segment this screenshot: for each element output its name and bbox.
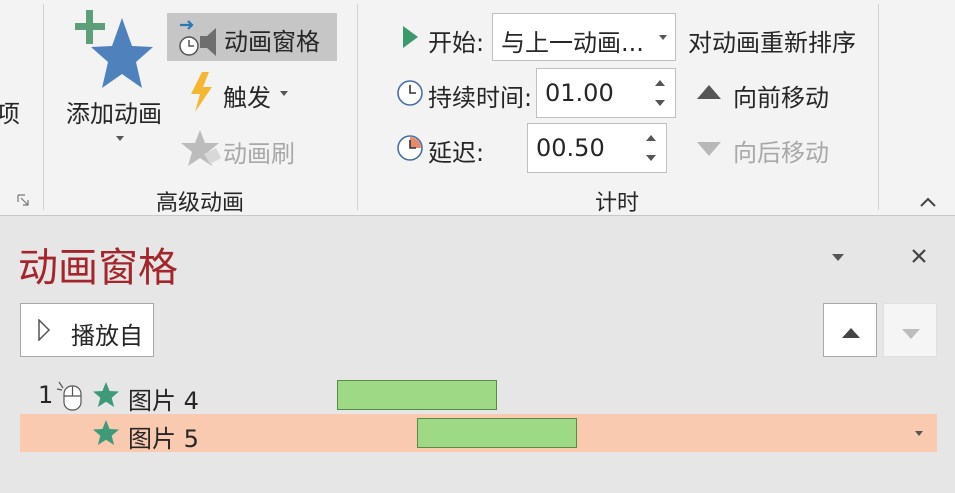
item-number: 1	[38, 381, 54, 409]
animation-pane-button[interactable]: 动画窗格	[167, 13, 337, 61]
delay-spinner[interactable]	[527, 123, 667, 173]
play-icon	[401, 25, 419, 53]
collapse-ribbon-icon[interactable]	[919, 193, 937, 212]
timeline-bar[interactable]	[337, 380, 497, 410]
duration-input[interactable]	[537, 69, 647, 117]
star-icon	[92, 419, 120, 451]
chevron-down-icon	[280, 91, 288, 96]
move-up-button[interactable]	[823, 303, 877, 357]
timing-group-label: 计时	[594, 191, 639, 216]
start-dropdown[interactable]: 与上一动画...	[492, 13, 676, 61]
chevron-down-icon	[116, 136, 124, 141]
play-icon	[37, 318, 51, 345]
duration-spinner[interactable]	[536, 68, 676, 118]
move-earlier-button[interactable]: 向前移动	[733, 78, 829, 113]
animation-pane: 动画窗格 播放自 1 图片 4 图片 5	[0, 217, 955, 493]
animation-list-item[interactable]: 1 图片 4	[20, 376, 937, 416]
arrow-down-icon	[901, 325, 921, 344]
ribbon: 项 添加动画 动画窗格 触发 动画刷 高级动画 开始: 与上一动画... 对动画…	[0, 0, 955, 216]
decrement-icon[interactable]	[651, 93, 669, 113]
item-options-chevron-icon[interactable]	[915, 431, 923, 436]
close-icon[interactable]	[910, 247, 928, 269]
arrow-up-icon	[841, 324, 861, 343]
item-name: 图片 5	[128, 425, 199, 453]
increment-icon[interactable]	[642, 128, 660, 148]
start-dropdown-value: 与上一动画...	[501, 29, 644, 57]
group-separator	[878, 4, 879, 210]
effect-options-label-partial[interactable]: 项	[0, 94, 20, 129]
reorder-animation-label: 对动画重新排序	[688, 29, 856, 57]
start-label: 开始:	[428, 29, 485, 57]
trigger-label: 触发	[223, 84, 271, 112]
star-icon	[92, 381, 120, 413]
play-from-label: 播放自	[71, 322, 143, 350]
delay-clock-icon	[396, 134, 424, 166]
trigger-button[interactable]: 触发	[180, 70, 300, 116]
add-animation-icon	[75, 8, 155, 94]
add-animation-label: 添加动画	[66, 100, 162, 128]
add-animation-button[interactable]: 添加动画	[60, 8, 170, 148]
animation-painter-icon	[180, 128, 222, 172]
dialog-launcher-icon[interactable]	[16, 192, 30, 206]
group-separator	[357, 4, 358, 210]
move-later-icon	[696, 141, 722, 161]
move-earlier-icon	[696, 84, 722, 104]
group-separator	[43, 4, 44, 210]
animation-painter-label: 动画刷	[223, 140, 295, 168]
clock-icon	[396, 79, 424, 111]
mouse-click-icon	[56, 380, 84, 416]
increment-icon[interactable]	[651, 73, 669, 93]
delay-input[interactable]	[528, 124, 638, 172]
duration-label: 持续时间:	[428, 84, 533, 112]
play-from-button[interactable]: 播放自	[20, 303, 154, 357]
chevron-down-icon	[659, 35, 667, 40]
animation-painter-button[interactable]: 动画刷	[180, 126, 300, 172]
lightning-icon	[188, 72, 214, 116]
advanced-animation-group-label: 高级动画	[155, 191, 244, 216]
item-name: 图片 4	[128, 387, 199, 415]
decrement-icon[interactable]	[642, 148, 660, 168]
pane-title: 动画窗格	[18, 245, 178, 291]
animation-pane-icon	[178, 18, 218, 62]
timeline-bar[interactable]	[417, 418, 577, 448]
animation-pane-label: 动画窗格	[224, 28, 320, 56]
delay-label: 延迟:	[428, 139, 485, 167]
pane-options-chevron-icon[interactable]	[832, 254, 844, 261]
move-down-button[interactable]	[883, 303, 937, 357]
animation-list-item-selected[interactable]: 图片 5	[20, 414, 937, 453]
move-later-button[interactable]: 向后移动	[733, 133, 829, 168]
